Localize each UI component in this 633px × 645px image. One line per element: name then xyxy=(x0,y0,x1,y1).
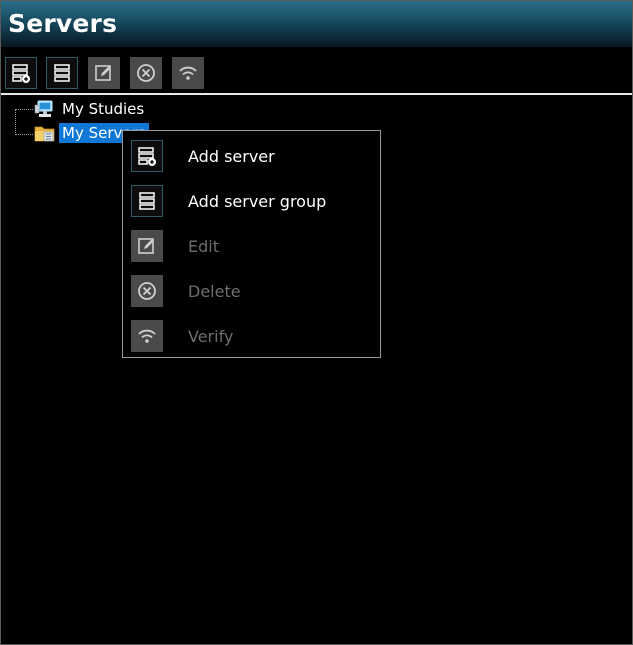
menu-item-label: Verify xyxy=(188,326,234,346)
menu-item-label: Add server xyxy=(188,146,275,166)
toolbar-add-server-group-button[interactable] xyxy=(46,57,78,89)
menu-item-verify[interactable]: Verify xyxy=(131,319,376,353)
server-group-icon xyxy=(131,185,163,217)
title-bar: Servers xyxy=(1,1,632,47)
folder-icon xyxy=(34,123,56,143)
toolbar-verify-button[interactable] xyxy=(172,57,204,89)
delete-icon xyxy=(137,64,155,82)
tree-item-my-studies[interactable]: My Studies xyxy=(34,98,147,119)
tree-item-label: My Studies xyxy=(62,99,145,118)
add-server-icon xyxy=(12,64,30,83)
tree-connector xyxy=(15,134,33,135)
wifi-icon xyxy=(131,320,163,352)
tree-connector xyxy=(15,109,33,110)
wifi-icon xyxy=(179,66,197,80)
window-title: Servers xyxy=(8,9,118,38)
edit-icon xyxy=(131,230,163,262)
menu-item-label: Edit xyxy=(188,236,219,256)
tree-connector xyxy=(15,109,16,135)
menu-item-label: Add server group xyxy=(188,191,327,211)
delete-icon xyxy=(131,275,163,307)
add-server-icon xyxy=(131,140,163,172)
menu-item-add-server[interactable]: Add server xyxy=(131,139,376,173)
toolbar xyxy=(1,53,632,91)
server-group-icon xyxy=(54,64,70,82)
menu-item-label: Delete xyxy=(188,281,241,301)
toolbar-separator xyxy=(1,93,632,95)
toolbar-delete-button[interactable] xyxy=(130,57,162,89)
toolbar-add-server-button[interactable] xyxy=(5,57,37,89)
menu-item-add-server-group[interactable]: Add server group xyxy=(131,184,376,218)
toolbar-edit-button[interactable] xyxy=(88,57,120,89)
edit-icon xyxy=(95,65,111,81)
menu-item-edit[interactable]: Edit xyxy=(131,229,376,263)
context-menu: Add server Add server group Edit Delete … xyxy=(122,130,381,358)
menu-item-delete[interactable]: Delete xyxy=(131,274,376,308)
computer-icon xyxy=(34,99,56,119)
